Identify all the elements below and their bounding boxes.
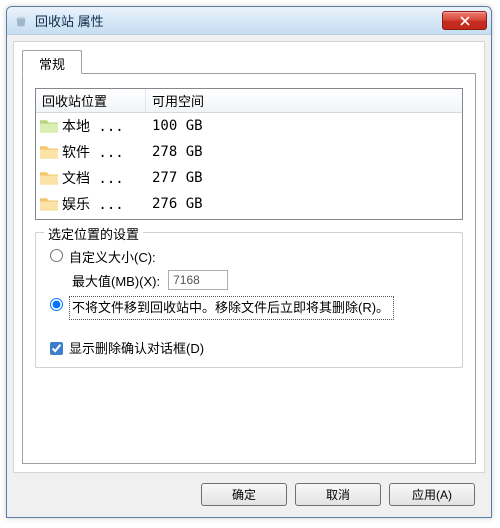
item-space: 100 GB [146,118,203,134]
item-space: 277 GB [146,170,203,186]
radio-no-move-text: 不将文件移到回收站中。移除文件后立即将其删除(R)。 [69,296,394,320]
dialog-window: 回收站 属性 常规 回收站位置 可用空间 本地 ... 100 GB [6,6,492,518]
max-size-row: 最大值(MB)(X): [72,270,452,290]
window-title: 回收站 属性 [35,11,442,30]
list-item[interactable]: 文档 ... 277 GB [36,165,462,191]
radio-no-move-label[interactable]: 不将文件移到回收站中。移除文件后立即将其删除(R)。 [69,296,394,320]
close-button[interactable] [442,11,487,30]
cancel-button[interactable]: 取消 [295,483,381,506]
list-item[interactable]: 娱乐 ... 276 GB [36,191,462,217]
settings-groupbox: 选定位置的设置 自定义大小(C): 最大值(MB)(X): 不将文件移到回收站中… [35,232,463,368]
radio-no-move[interactable] [50,298,63,311]
button-bar: 确定 取消 应用(A) [13,477,485,511]
recycle-bin-icon [13,13,29,29]
list-item[interactable]: 软件 ... 278 GB [36,139,462,165]
max-size-input[interactable] [168,270,228,290]
item-name: 软件 ... [62,142,146,162]
location-listview[interactable]: 回收站位置 可用空间 本地 ... 100 GB 软件 ... 278 GB [35,88,463,220]
confirm-delete-row: 显示删除确认对话框(D) [46,338,452,357]
apply-button[interactable]: 应用(A) [389,483,475,506]
tab-panel: 回收站位置 可用空间 本地 ... 100 GB 软件 ... 278 GB [22,73,476,464]
folder-icon [40,144,58,160]
tab-strip: 常规 [22,50,82,74]
listview-header: 回收站位置 可用空间 [36,89,462,113]
list-item[interactable]: 本地 ... 100 GB [36,113,462,139]
titlebar: 回收站 属性 [7,7,491,35]
listview-body: 本地 ... 100 GB 软件 ... 278 GB 文档 ... 277 G… [36,113,462,219]
client-area: 常规 回收站位置 可用空间 本地 ... 100 GB 软件 ... [13,41,485,473]
radio-custom-size-label[interactable]: 自定义大小(C): [69,247,156,266]
close-icon [460,16,470,26]
header-space[interactable]: 可用空间 [146,89,462,112]
item-name: 文档 ... [62,168,146,188]
tab-general[interactable]: 常规 [22,50,82,74]
confirm-delete-label[interactable]: 显示删除确认对话框(D) [69,338,204,357]
radio-custom-size[interactable] [50,249,63,262]
radio-no-move-row: 不将文件移到回收站中。移除文件后立即将其删除(R)。 [46,296,452,320]
radio-custom-size-row: 自定义大小(C): [46,247,452,266]
item-space: 276 GB [146,196,203,212]
item-name: 本地 ... [62,116,146,136]
max-size-label: 最大值(MB)(X): [72,271,160,290]
item-space: 278 GB [146,144,203,160]
ok-button[interactable]: 确定 [201,483,287,506]
folder-icon [40,170,58,186]
header-location[interactable]: 回收站位置 [36,89,146,112]
groupbox-legend: 选定位置的设置 [44,224,143,243]
item-name: 娱乐 ... [62,194,146,214]
folder-icon [40,196,58,212]
confirm-delete-checkbox[interactable] [50,342,63,355]
folder-icon [40,118,58,134]
